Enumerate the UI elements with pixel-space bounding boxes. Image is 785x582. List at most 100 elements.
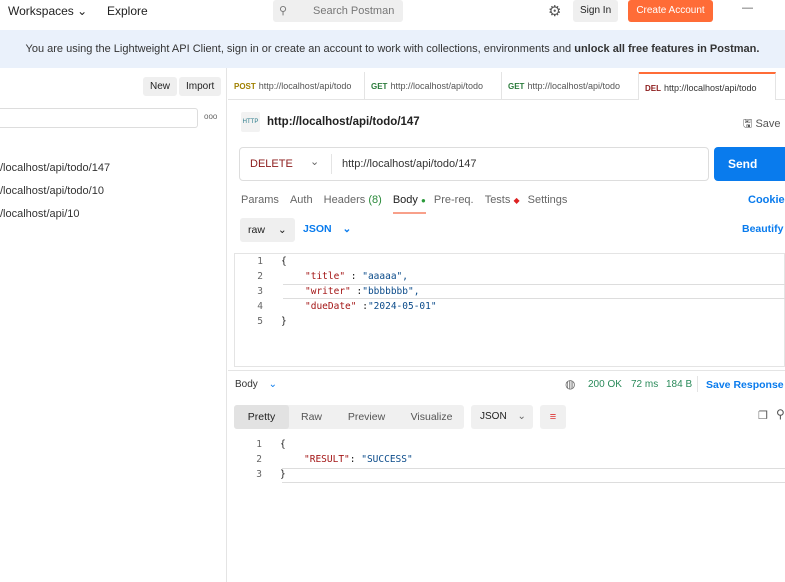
lang-label: JSON — [480, 411, 507, 422]
tab-post-todo[interactable]: POST http://localhost/api/todo — [228, 72, 365, 100]
code-line: 1{ — [234, 439, 785, 454]
copy-icon[interactable]: ❐ — [758, 409, 768, 422]
tab-headers[interactable]: Headers (8) — [324, 194, 382, 206]
body-mode-label: raw — [248, 224, 265, 236]
body-lang-select[interactable]: JSON ⌄ — [303, 223, 351, 235]
history-item[interactable]: /localhost/api/todo/147 — [0, 162, 110, 174]
explore-link[interactable]: Explore — [107, 4, 148, 18]
method-label: GET — [508, 82, 525, 91]
response-time[interactable]: 72 ms — [631, 379, 658, 390]
divider — [697, 376, 698, 392]
json-sep: : — [345, 271, 363, 282]
new-button[interactable]: New — [143, 77, 178, 96]
tab-body-active[interactable]: Body ● — [392, 194, 426, 214]
response-size[interactable]: 184 B — [666, 379, 692, 390]
request-body-editor[interactable]: 1{ 2 "title" : "aaaaa", 3 "writer" :"bbbbb… — [234, 253, 785, 367]
json-key: "RESULT" — [304, 454, 350, 465]
gear-icon[interactable]: ⚙ — [548, 2, 561, 20]
tab-auth[interactable]: Auth — [290, 194, 313, 206]
tab-prereq[interactable]: Pre-req. — [434, 194, 474, 206]
tab-visualize[interactable]: Visualize — [399, 405, 464, 429]
tab-url: http://localhost/api/todo — [527, 81, 621, 91]
top-bar: Workspaces ⌄ Explore ⚲ Search Postman ⚙ … — [0, 0, 785, 26]
cookies-link[interactable]: Cookies — [748, 194, 785, 206]
request-config-tabs: Params Auth Headers (8) Body ● Pre-req. … — [241, 194, 568, 214]
save-icon: 🖫 — [743, 118, 753, 130]
body-mode-select[interactable]: raw ⌄ — [240, 218, 295, 242]
tab-params[interactable]: Params — [241, 194, 279, 206]
tab-tests[interactable]: Tests ◆ — [485, 194, 520, 206]
json-sep: : — [356, 301, 368, 312]
tab-raw[interactable]: Raw — [289, 405, 334, 429]
json-key: "writer" — [305, 286, 351, 297]
request-title[interactable]: http://localhost/api/todo/147 — [267, 116, 420, 128]
workspaces-menu[interactable]: Workspaces ⌄ — [8, 4, 87, 18]
tab-url: http://localhost/api/todo — [664, 83, 757, 93]
search-icon[interactable]: ⚲ — [776, 407, 785, 421]
tab-get-todo[interactable]: GET http://localhost/api/todo — [365, 72, 502, 100]
tab-url: http://localhost/api/todo — [390, 81, 484, 91]
chevron-down-icon: ⌄ — [77, 4, 88, 18]
pane-divider[interactable] — [228, 370, 785, 371]
json-sep: : — [350, 286, 363, 297]
import-button[interactable]: Import — [179, 77, 222, 96]
json-sep: : — [349, 454, 362, 465]
tab-settings[interactable]: Settings — [528, 194, 568, 206]
code-text: } — [280, 469, 286, 480]
history-item[interactable]: /localhost/api/10 — [0, 208, 80, 220]
headers-label: Headers — [323, 194, 366, 206]
code-line: 5} — [235, 316, 780, 331]
response-body-viewer[interactable]: 1{ 2 "RESULT": "SUCCESS" 3} — [234, 439, 785, 489]
tab-url: http://localhost/api/todo — [258, 81, 352, 91]
minimize-icon[interactable]: — — [742, 2, 753, 14]
status-code[interactable]: 200 OK — [588, 379, 622, 390]
send-button[interactable]: Send — [714, 147, 785, 181]
wrap-lines-icon[interactable]: ≡ — [540, 405, 566, 429]
chevron-down-icon: ⌄ — [277, 224, 287, 236]
tab-pretty[interactable]: Pretty — [234, 405, 289, 429]
lang-label: JSON — [303, 223, 332, 235]
save-label: Save — [755, 118, 781, 130]
json-key: "dueDate" — [305, 301, 357, 312]
tab-get-todo[interactable]: GET http://localhost/api/todo — [502, 72, 639, 100]
search-input[interactable]: ⚲ Search Postman — [273, 0, 403, 22]
more-options-icon[interactable]: ooo — [204, 112, 217, 121]
dot-indicator-icon: ● — [420, 196, 426, 205]
response-body-label: Body — [235, 379, 258, 390]
line-number: 5 — [257, 316, 263, 327]
method-label: GET — [371, 82, 388, 91]
tests-label: Tests — [484, 194, 511, 206]
globe-icon[interactable]: ◍ — [565, 377, 575, 391]
method-select[interactable]: DELETE — [250, 158, 293, 170]
line-number: 2 — [257, 271, 263, 282]
save-button[interactable]: 🖫 Save — [743, 115, 781, 134]
code-text: { — [280, 439, 286, 450]
response-body-select[interactable]: Body ⌄ — [235, 379, 277, 390]
url-bar: DELETE ⌄ http://localhost/api/todo/147 — [239, 147, 709, 181]
line-number: 4 — [257, 301, 263, 312]
history-item[interactable]: /localhost/api/todo/10 — [0, 185, 104, 197]
search-icon: ⚲ — [279, 5, 288, 17]
json-value: "aaaaa", — [362, 271, 408, 282]
beautify-button[interactable]: Beautify — [742, 223, 783, 235]
line-number: 3 — [256, 469, 262, 480]
history-search-input[interactable] — [0, 108, 198, 128]
chevron-down-icon[interactable]: ⌄ — [310, 155, 319, 168]
http-icon: HTTP — [241, 112, 260, 132]
json-value: "bbbbbbb", — [362, 286, 420, 297]
diamond-indicator-icon: ◆ — [513, 196, 520, 205]
tab-del-todo-active[interactable]: DEL http://localhost/api/todo — [639, 72, 776, 100]
headers-count: (8) — [368, 194, 382, 206]
code-line: 4 "dueDate" :"2024-05-01" — [235, 301, 780, 316]
code-line: 2 "title" : "aaaaa", — [235, 271, 780, 286]
banner-link[interactable]: unlock all free features in Postman. — [574, 43, 759, 55]
tab-preview[interactable]: Preview — [334, 405, 399, 429]
save-response-button[interactable]: Save Response — [706, 379, 784, 391]
url-input[interactable]: http://localhost/api/todo/147 — [342, 158, 477, 170]
create-account-button[interactable]: Create Account — [628, 0, 713, 22]
code-line: 3 "writer" :"bbbbbbb", — [235, 286, 780, 301]
search-placeholder: Search Postman — [313, 5, 395, 17]
sign-in-button[interactable]: Sign In — [573, 0, 619, 22]
response-lang-select[interactable]: JSON ⌄ — [471, 405, 533, 429]
line-number: 3 — [257, 286, 263, 297]
